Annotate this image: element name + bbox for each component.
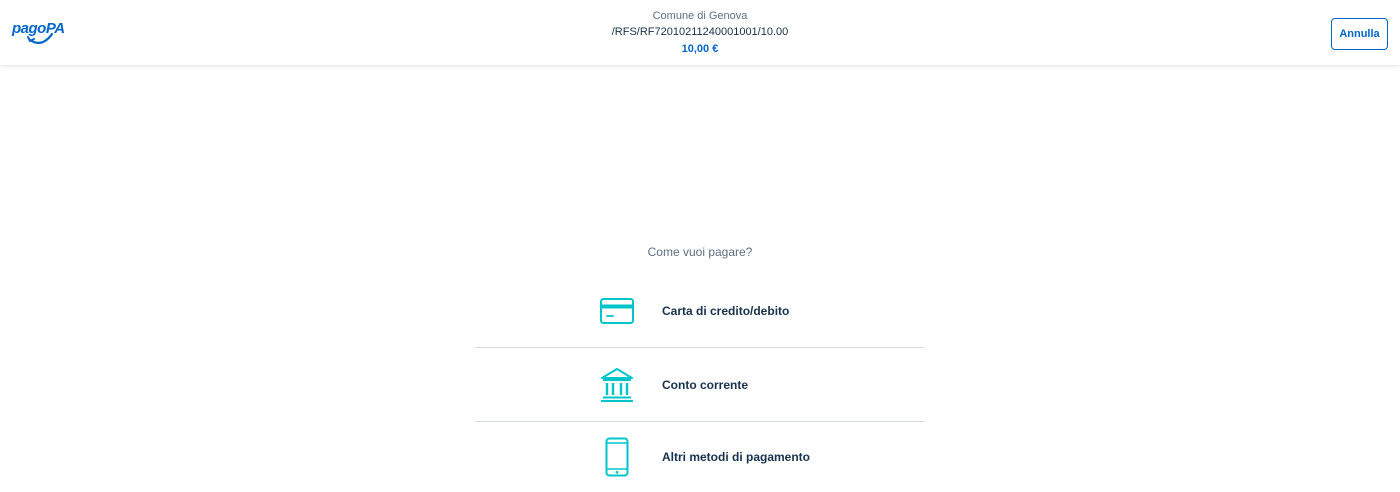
method-other[interactable]: Altri metodi di pagamento <box>475 422 924 492</box>
payment-code: /RFS/RF72010211240001001/10.00 <box>611 26 789 38</box>
method-bank-account[interactable]: Conto corrente <box>475 348 924 422</box>
logo-arc-icon <box>27 32 54 45</box>
pagopa-logo: pagoPA <box>12 20 65 50</box>
smartphone-icon <box>599 437 635 477</box>
cancel-button[interactable]: Annulla <box>1331 18 1388 50</box>
header: pagoPA Comune di Genova /RFS/RF720102112… <box>0 0 1400 65</box>
payment-amount: 10,00 € <box>681 43 719 55</box>
entity-name: Comune di Genova <box>652 10 748 22</box>
bank-icon <box>599 365 635 405</box>
method-label: Conto corrente <box>662 377 749 392</box>
method-label: Carta di credito/debito <box>662 303 790 318</box>
payment-summary: Comune di Genova /RFS/RF7201021124000100… <box>500 9 900 58</box>
payment-question: Come vuoi pagare? <box>647 245 753 259</box>
method-label: Altri metodi di pagamento <box>662 450 811 464</box>
credit-card-icon <box>599 291 635 331</box>
method-credit-card[interactable]: Carta di credito/debito <box>475 274 924 348</box>
payment-methods-list: Carta di credito/debito Conto corrente A… <box>475 274 924 492</box>
